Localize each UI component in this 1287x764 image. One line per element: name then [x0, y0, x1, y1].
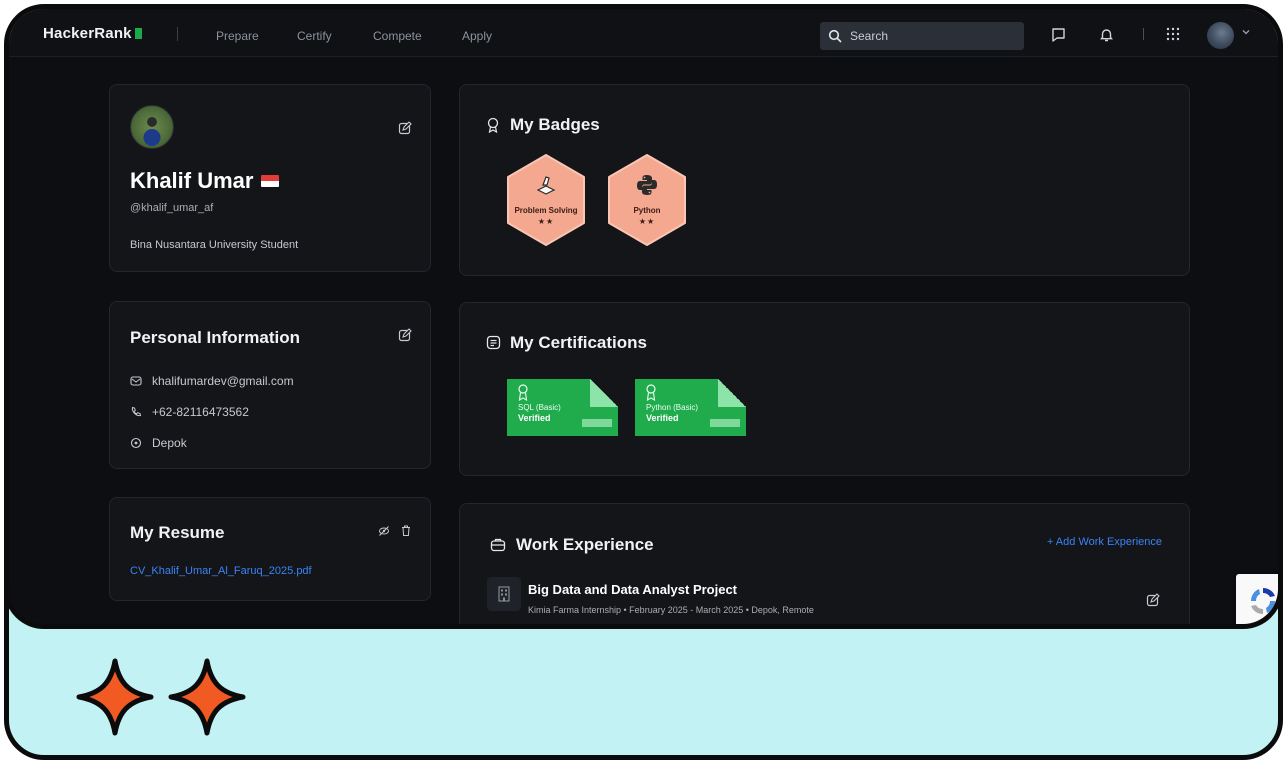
profile-card: Khalif Umar @khalif_umar_af Bina Nusanta…	[109, 84, 431, 272]
badge-stars: ★★	[537, 217, 555, 226]
certificate-doc-icon	[486, 335, 501, 350]
certificate-sql-basic[interactable]: SQL (Basic) Verified	[507, 379, 618, 436]
location-pin-icon	[130, 437, 142, 449]
delete-trash-icon[interactable]	[400, 524, 412, 537]
phone-row: +62-82116473562	[130, 405, 249, 419]
apps-grid-icon[interactable]	[1164, 25, 1182, 43]
badge-stars: ★★	[638, 217, 656, 226]
nav-divider-right	[1143, 28, 1144, 40]
screenshot-area: HackerRank Prepare Certify Compete Apply	[9, 9, 1278, 629]
search-icon	[828, 29, 842, 43]
company-building-icon	[487, 577, 521, 611]
certifications-title: My Certifications	[510, 333, 647, 352]
resume-card: My Resume CV_Khalif_Umar_Al_Faruq_2025.p…	[109, 497, 431, 601]
sparkle-star-icon	[76, 658, 154, 736]
nav-link-apply[interactable]: Apply	[462, 29, 492, 43]
user-avatar[interactable]	[1207, 22, 1234, 49]
work-experience-card: Work Experience + Add Work Experience Bi…	[459, 503, 1190, 624]
certificate-name: Python (Basic)	[646, 403, 699, 412]
indonesia-flag-icon	[261, 175, 280, 187]
recaptcha-widget[interactable]	[1236, 574, 1278, 624]
nav-link-prepare[interactable]: Prepare	[216, 29, 259, 43]
sparkle-star-icon-2	[168, 658, 246, 736]
profile-name: Khalif Umar	[130, 168, 280, 194]
profile-handle: @khalif_umar_af	[130, 202, 214, 214]
ribbon-icon	[518, 384, 528, 402]
briefcase-icon	[490, 538, 506, 552]
work-item-meta: Kimia Farma Internship • February 2025 -…	[528, 605, 814, 615]
certificate-python-basic[interactable]: Python (Basic) Verified	[635, 379, 746, 436]
certificate-fold	[718, 379, 746, 407]
python-logo-icon	[637, 175, 657, 195]
email-row: khalifumardev@gmail.com	[130, 374, 294, 388]
personal-info-title: Personal Information	[130, 328, 301, 347]
top-navbar: HackerRank Prepare Certify Compete Apply	[9, 9, 1278, 57]
work-experience-title: Work Experience	[516, 535, 654, 554]
profile-bio: Bina Nusantara University Student	[130, 239, 299, 251]
badge-award-icon	[487, 117, 499, 133]
outer-frame: HackerRank Prepare Certify Compete Apply	[4, 4, 1283, 760]
profile-avatar	[130, 105, 174, 149]
profile-name-text: Khalif Umar	[130, 168, 254, 193]
phone-icon	[131, 406, 142, 417]
logo-mark-icon	[134, 28, 142, 39]
nav-link-certify[interactable]: Certify	[297, 29, 332, 43]
search-box[interactable]	[820, 22, 1024, 50]
certificate-status: Verified	[646, 413, 679, 423]
badge-problem-solving[interactable]: Problem Solving ★★	[504, 153, 588, 247]
hackerrank-logo[interactable]: HackerRank	[43, 25, 142, 42]
edit-work-experience-icon[interactable]	[1146, 593, 1160, 607]
edit-profile-icon[interactable]	[398, 121, 412, 135]
resume-file-link[interactable]: CV_Khalif_Umar_Al_Faruq_2025.pdf	[130, 565, 312, 577]
personal-info-card: Personal Information khalifumardev@gmail…	[109, 301, 431, 469]
mail-icon	[130, 376, 142, 386]
badge-python[interactable]: Python ★★	[605, 153, 689, 247]
ribbon-icon	[646, 384, 656, 402]
location-row: Depok	[130, 436, 187, 450]
hide-eye-icon[interactable]	[378, 525, 390, 537]
resume-title: My Resume	[130, 523, 225, 542]
add-work-experience-link[interactable]: + Add Work Experience	[1047, 536, 1162, 548]
nav-divider	[177, 27, 178, 41]
messages-icon[interactable]	[1049, 25, 1067, 43]
search-input[interactable]	[850, 29, 1010, 43]
phone-text: +62-82116473562	[152, 405, 249, 419]
notifications-bell-icon[interactable]	[1097, 25, 1115, 43]
badges-title: My Badges	[510, 115, 600, 134]
certificate-tag-icon	[710, 419, 740, 427]
recaptcha-logo-icon	[1251, 588, 1275, 614]
badge-label: Python	[633, 206, 661, 215]
badges-card: My Badges Problem Solving ★★ Python ★★	[459, 84, 1190, 276]
certificate-fold	[590, 379, 618, 407]
certificate-tag-icon	[582, 419, 612, 427]
work-item-title: Big Data and Data Analyst Project	[528, 582, 738, 597]
certificate-name: SQL (Basic)	[518, 403, 561, 412]
logo-text: HackerRank	[43, 25, 132, 42]
location-text: Depok	[152, 436, 187, 450]
chevron-down-icon[interactable]	[1241, 27, 1251, 37]
badge-label: Problem Solving	[514, 206, 578, 215]
problem-solving-icon	[536, 176, 556, 195]
certifications-card: My Certifications SQL (Basic) Verified P…	[459, 302, 1190, 476]
certificate-status: Verified	[518, 413, 551, 423]
edit-personal-info-icon[interactable]	[398, 328, 412, 342]
nav-link-compete[interactable]: Compete	[373, 29, 422, 43]
email-text: khalifumardev@gmail.com	[152, 374, 294, 388]
